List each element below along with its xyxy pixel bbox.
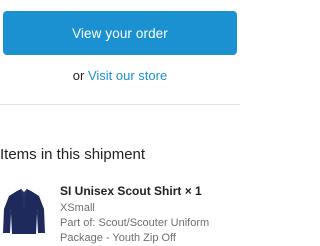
section-divider: [0, 104, 240, 105]
visit-store-link[interactable]: Visit our store: [88, 68, 167, 83]
product-package-line-2: Package - Youth Zip Off: [60, 232, 176, 244]
product-package-line-1: Part of: Scout/Scouter Uniform: [60, 217, 210, 229]
navy-long-sleeve-shirt-icon: [3, 188, 45, 234]
product-name: SI Unisex Scout Shirt × 1: [60, 184, 202, 198]
product-variant: XSmall: [60, 202, 95, 214]
shipment-section-title: Items in this shipment: [0, 146, 146, 163]
visit-store-line: or Visit our store: [0, 68, 240, 83]
or-text: or: [72, 68, 85, 83]
product-details: SI Unisex Scout Shirt × 1 XSmall Part of…: [60, 183, 238, 246]
product-thumbnail[interactable]: [2, 187, 46, 235]
view-order-button[interactable]: View your order: [3, 11, 237, 55]
view-order-label: View your order: [72, 25, 168, 41]
